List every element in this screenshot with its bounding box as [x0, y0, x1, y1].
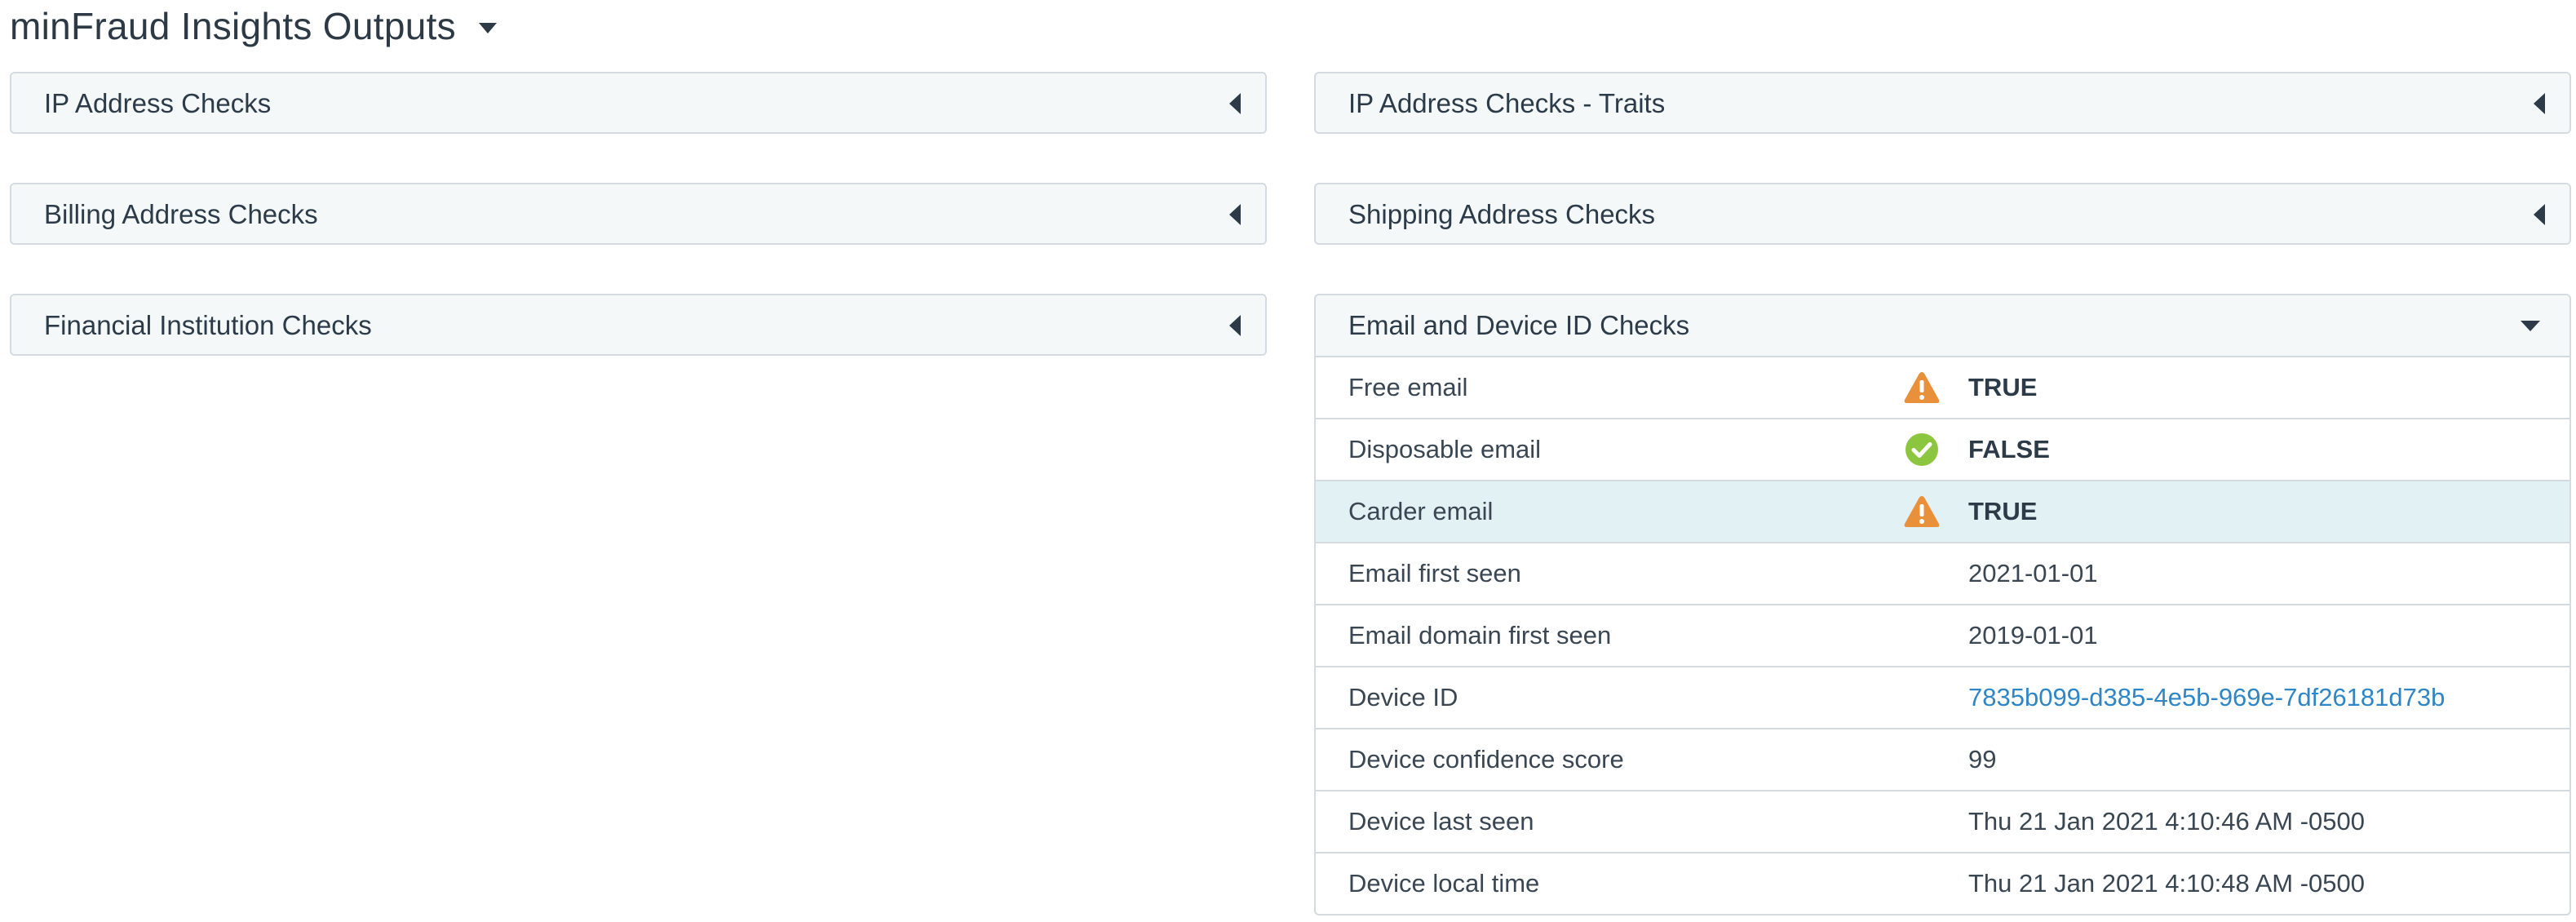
row-label: Email first seen	[1348, 559, 1521, 587]
panel-header-shipping-address-checks[interactable]: Shipping Address Checks	[1316, 184, 2569, 243]
panel-title: Email and Device ID Checks	[1348, 310, 1690, 340]
expand-arrow-icon[interactable]	[2534, 204, 2545, 225]
row-label: Device last seen	[1348, 807, 1534, 836]
panel-title: Shipping Address Checks	[1348, 199, 1656, 229]
page-title: minFraud Insights Outputs	[10, 5, 456, 47]
expand-arrow-icon[interactable]	[1229, 315, 1241, 336]
panel-title: IP Address Checks	[44, 88, 272, 118]
row-label: Device confidence score	[1348, 745, 1624, 774]
row-label: Disposable email	[1348, 435, 1542, 463]
panel-title: Billing Address Checks	[44, 199, 318, 229]
row-label: Email domain first seen	[1348, 621, 1612, 649]
page-header: minFraud Insights Outputs	[10, 3, 497, 49]
table-row-disposable-email: Disposable email FALSE	[1316, 418, 2569, 480]
panel-ip-address-traits: IP Address Checks - Traits	[1314, 72, 2571, 134]
row-value: TRUE	[1968, 497, 2038, 525]
expand-arrow-icon[interactable]	[1229, 204, 1241, 225]
title-dropdown-caret-icon[interactable]	[478, 22, 497, 33]
row-value: TRUE	[1968, 373, 2038, 401]
panel-billing-address-checks: Billing Address Checks	[10, 183, 1267, 245]
warning-icon	[1903, 369, 1941, 406]
panel-header-ip-address-checks[interactable]: IP Address Checks	[11, 73, 1265, 132]
table-row-free-email: Free email TRUE	[1316, 356, 2569, 418]
table-row-carder-email: Carder email TRUE	[1316, 480, 2569, 542]
warning-icon	[1903, 493, 1941, 530]
row-label: Device ID	[1348, 683, 1458, 711]
device-id-link[interactable]: 7835b099-d385-4e5b-969e-7df26181d73b	[1968, 683, 2445, 712]
table-row-email-domain-first-seen: Email domain first seen 2019-01-01	[1316, 604, 2569, 666]
row-label: Device local time	[1348, 869, 1540, 898]
panel-header-ip-address-traits[interactable]: IP Address Checks - Traits	[1316, 73, 2569, 132]
row-value: 2021-01-01	[1968, 559, 2098, 587]
row-value: 2019-01-01	[1968, 621, 2098, 649]
table-row-email-first-seen: Email first seen 2021-01-01	[1316, 542, 2569, 604]
panel-email-device-checks: Email and Device ID Checks Free email TR…	[1314, 294, 2571, 915]
panel-shipping-address-checks: Shipping Address Checks	[1314, 183, 2571, 245]
table-row-device-id: Device ID 7835b099-d385-4e5b-969e-7df261…	[1316, 666, 2569, 728]
collapse-arrow-icon[interactable]	[2521, 320, 2540, 331]
panel-title: IP Address Checks - Traits	[1348, 88, 1666, 118]
expand-arrow-icon[interactable]	[1229, 93, 1241, 114]
row-value: Thu 21 Jan 2021 4:10:46 AM -0500	[1968, 807, 2366, 836]
check-circle-icon	[1903, 431, 1941, 468]
panel-ip-address-checks: IP Address Checks	[10, 72, 1267, 134]
panel-title: Financial Institution Checks	[44, 310, 372, 340]
row-value: FALSE	[1968, 435, 2050, 463]
panel-header-email-device-checks[interactable]: Email and Device ID Checks	[1316, 295, 2569, 356]
row-label: Free email	[1348, 373, 1468, 401]
expand-arrow-icon[interactable]	[2534, 93, 2545, 114]
panel-header-billing-address-checks[interactable]: Billing Address Checks	[11, 184, 1265, 243]
row-label: Carder email	[1348, 497, 1494, 525]
table-row-device-local-time: Device local time Thu 21 Jan 2021 4:10:4…	[1316, 852, 2569, 914]
row-value: 99	[1968, 745, 1997, 774]
table-row-device-last-seen: Device last seen Thu 21 Jan 2021 4:10:46…	[1316, 790, 2569, 852]
table-row-device-confidence-score: Device confidence score 99	[1316, 728, 2569, 790]
panel-financial-institution-checks: Financial Institution Checks	[10, 294, 1267, 356]
row-value: Thu 21 Jan 2021 4:10:48 AM -0500	[1968, 869, 2366, 898]
panel-header-financial-institution-checks[interactable]: Financial Institution Checks	[11, 295, 1265, 354]
